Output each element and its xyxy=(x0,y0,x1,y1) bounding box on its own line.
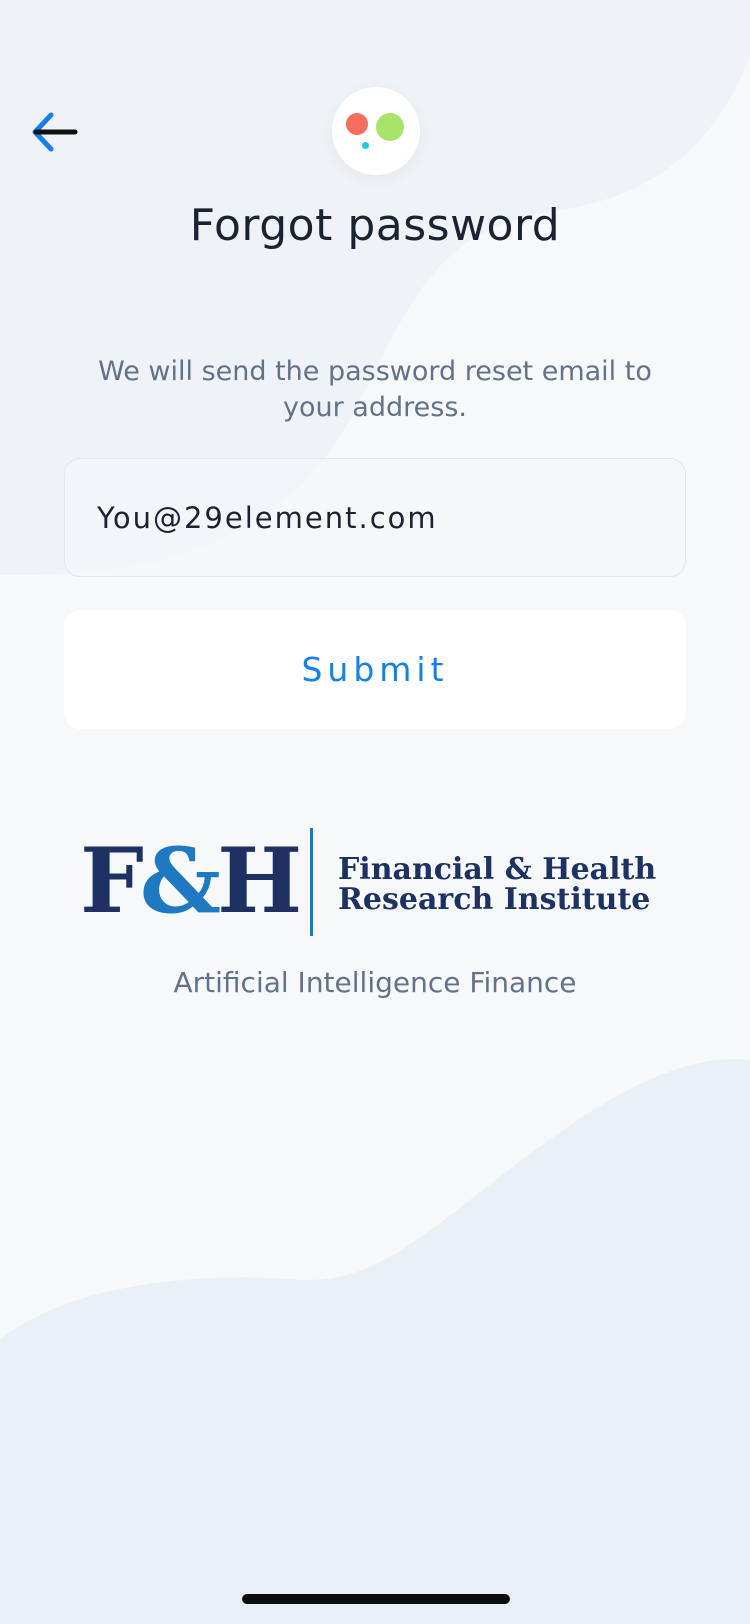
partner-logo: F&H Financial & Health Research Institut… xyxy=(80,826,675,936)
arrow-left-icon xyxy=(32,112,78,152)
submit-button[interactable]: Submit xyxy=(64,610,686,729)
page-title: Forgot password xyxy=(189,200,561,251)
logo-dot-red xyxy=(346,113,368,135)
logo-dot-cyan xyxy=(362,142,369,149)
email-field[interactable] xyxy=(64,458,686,577)
tagline: Artificial Intelligence Finance xyxy=(173,966,577,999)
home-indicator xyxy=(242,1594,510,1604)
partner-logo-divider xyxy=(310,828,313,936)
back-button[interactable] xyxy=(22,100,86,164)
app-logo xyxy=(332,87,420,175)
reset-instructions: We will send the password reset email to… xyxy=(98,356,652,423)
partner-logo-mark: F&H xyxy=(80,828,302,934)
partner-name-line-2: Research Institute xyxy=(338,882,651,917)
logo-dot-green xyxy=(376,113,404,141)
